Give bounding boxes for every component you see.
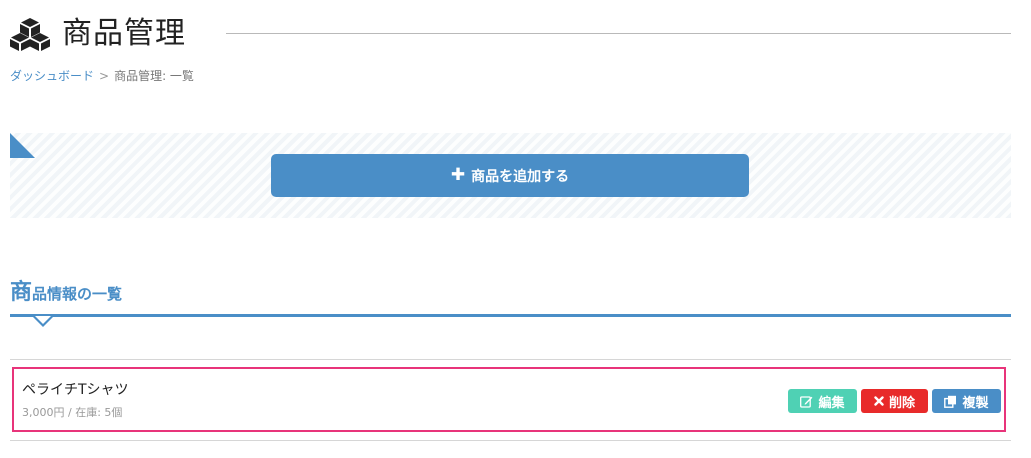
edit-button[interactable]: 編集 xyxy=(788,389,857,413)
list-bottom-divider xyxy=(10,440,1011,441)
breadcrumb-current: 商品管理: 一覧 xyxy=(114,69,194,83)
page-header: 商品管理 xyxy=(10,10,1011,56)
header-divider xyxy=(226,33,1011,34)
breadcrumb-separator: > xyxy=(99,69,110,83)
section-heading-rest: 品情報の一覧 xyxy=(32,285,123,303)
edit-label: 編集 xyxy=(818,395,845,411)
section-notch-inner xyxy=(35,316,51,324)
product-row[interactable]: ペライチTシャツ 3,000円 / 在庫: 5個 編集 削除 複製 xyxy=(12,367,1006,432)
close-icon xyxy=(874,396,884,406)
copy-label: 複製 xyxy=(962,395,989,411)
product-name: ペライチTシャツ xyxy=(22,382,129,398)
breadcrumb-dashboard-link[interactable]: ダッシュボード xyxy=(10,69,94,83)
list-top-divider xyxy=(10,359,1011,360)
copy-button[interactable]: 複製 xyxy=(932,389,1001,413)
delete-label: 削除 xyxy=(888,395,915,411)
section-heading-first-char: 商 xyxy=(10,280,33,305)
cubes-icon xyxy=(10,18,50,51)
section-heading: 商品情報の一覧 xyxy=(10,274,122,306)
page-title: 商品管理 xyxy=(62,16,186,51)
edit-icon xyxy=(800,395,813,408)
plus-icon: ✚ xyxy=(450,165,466,185)
copy-icon xyxy=(944,395,957,408)
section-rule xyxy=(10,314,1011,317)
corner-decoration xyxy=(10,133,35,158)
delete-button[interactable]: 削除 xyxy=(861,389,928,413)
add-product-label: 商品を追加する xyxy=(471,168,570,185)
add-product-panel: ✚ 商品を追加する xyxy=(10,133,1011,218)
breadcrumb: ダッシュボード > 商品管理: 一覧 xyxy=(10,68,194,84)
add-product-button[interactable]: ✚ 商品を追加する xyxy=(271,154,749,197)
product-meta: 3,000円 / 在庫: 5個 xyxy=(22,406,123,419)
